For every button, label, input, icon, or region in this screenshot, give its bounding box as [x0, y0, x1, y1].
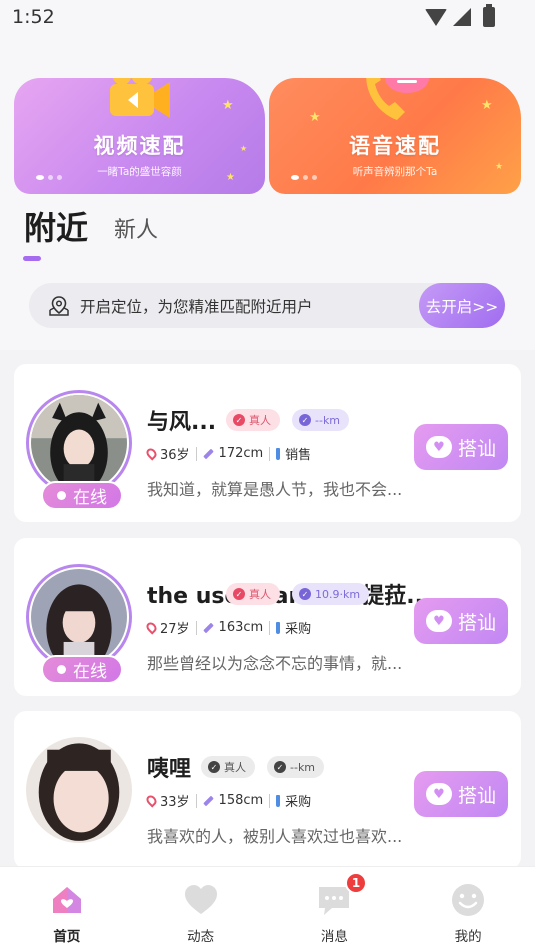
- enable-location-button[interactable]: 去开启>>: [419, 283, 505, 328]
- job-icon: [276, 447, 281, 460]
- distance-badge: ✓ --km: [292, 409, 350, 431]
- avatar[interactable]: 在线: [26, 564, 132, 684]
- location-check-icon: ✓: [299, 414, 311, 426]
- avatar[interactable]: 在线: [26, 390, 132, 510]
- user-name: 与风...: [147, 410, 217, 435]
- user-meta: 36岁 172cm 销售: [144, 444, 312, 463]
- nav-moments[interactable]: 动态: [134, 867, 268, 951]
- signal-icon: [453, 8, 471, 26]
- verified-badge: ✓ 真人: [226, 583, 280, 605]
- banner-dots: [291, 175, 317, 180]
- verified-icon: ✓: [208, 761, 220, 773]
- online-status: 在线: [41, 655, 123, 684]
- heart-chat-icon: ♥: [425, 610, 452, 632]
- distance-badge: ✓ 10.9·km: [292, 583, 370, 605]
- height-icon: [202, 795, 214, 806]
- user-meta: 27岁 163cm 采购: [144, 618, 312, 637]
- wifi-icon: [425, 8, 447, 26]
- user-job: 采购: [285, 622, 312, 637]
- location-pin-icon: [49, 295, 69, 316]
- user-bio: 我知道，就算是愚人节，我也不会...: [147, 480, 403, 499]
- online-status: 在线: [41, 481, 123, 510]
- status-icons: [425, 4, 495, 27]
- user-card[interactable]: 咦哩 ✓ 真人 ✓ --km 33岁 158cm 采购 我喜欢的人，被别人喜欢过也喜…: [14, 711, 521, 869]
- avatar-photo: [31, 395, 127, 491]
- banner-dots: [36, 175, 62, 180]
- tab-underline: [23, 256, 41, 261]
- user-height: 172cm: [218, 446, 264, 461]
- nav-moments-label: 动态: [187, 929, 215, 945]
- voice-match-banner[interactable]: ★ ★ ★ 语音速配 听声音辨别那个Ta: [269, 78, 521, 194]
- star-icon: ★: [481, 98, 493, 113]
- status-time: 1:52: [12, 6, 55, 28]
- user-height: 158cm: [218, 793, 264, 808]
- bottom-nav: 首页 动态 消息 我的: [0, 866, 535, 951]
- user-name: 咦哩: [147, 757, 192, 782]
- greet-button[interactable]: ♥ 搭讪: [414, 771, 508, 817]
- status-bar: 1:52: [0, 0, 535, 36]
- verified-badge: ✓ 真人: [226, 409, 280, 431]
- user-job: 采购: [285, 795, 312, 810]
- message-count-badge: 1: [345, 872, 367, 894]
- heart-icon: [184, 885, 217, 914]
- location-bar: 开启定位，为您精准匹配附近用户 去开启>>: [29, 283, 505, 328]
- user-meta: 33岁 158cm 采购: [144, 791, 312, 810]
- height-icon: [202, 448, 214, 459]
- feed-tabs: 附近 新人: [24, 212, 158, 244]
- tab-nearby[interactable]: 附近: [24, 212, 88, 244]
- age-icon: [144, 793, 159, 808]
- star-icon: ★: [309, 110, 321, 125]
- user-height: 163cm: [218, 620, 264, 635]
- height-icon: [202, 622, 214, 633]
- age-icon: [144, 620, 159, 635]
- user-age: 36岁: [160, 448, 190, 463]
- avatar-photo: [26, 737, 132, 843]
- home-icon: [52, 887, 81, 913]
- greet-button[interactable]: ♥ 搭讪: [414, 598, 508, 644]
- distance-badge: ✓ --km: [267, 756, 325, 778]
- user-age: 27岁: [160, 622, 190, 637]
- tab-newcomers[interactable]: 新人: [114, 220, 158, 244]
- avatar-photo: [31, 569, 127, 665]
- nav-profile-label: 我的: [454, 929, 482, 945]
- user-job: 销售: [285, 448, 312, 463]
- location-prompt: 开启定位，为您精准匹配附近用户: [80, 297, 313, 316]
- heart-chat-icon: ♥: [425, 436, 452, 458]
- video-match-title: 视频速配: [93, 134, 186, 158]
- nav-messages-label: 消息: [320, 929, 348, 945]
- nav-profile[interactable]: 我的: [401, 867, 535, 951]
- voice-match-title: 语音速配: [349, 134, 441, 158]
- age-icon: [144, 446, 159, 461]
- avatar[interactable]: [26, 737, 132, 843]
- user-card[interactable]: 在线 与风... ✓ 真人 ✓ --km 36岁 172cm 销售 我知道，就算是愚…: [14, 364, 521, 522]
- nav-messages[interactable]: 消息: [268, 867, 402, 951]
- location-check-icon: ✓: [274, 761, 286, 773]
- battery-icon: [483, 4, 495, 27]
- nav-home[interactable]: 首页: [0, 867, 134, 951]
- phone-chat-icon: [366, 78, 429, 120]
- user-bio: 那些曾经以为念念不忘的事情，就...: [147, 654, 403, 673]
- user-name: the user name is 提菈...: [147, 584, 432, 609]
- user-age: 33岁: [160, 795, 190, 810]
- star-icon: ★: [222, 98, 234, 113]
- job-icon: [276, 621, 281, 634]
- verified-badge: ✓ 真人: [201, 756, 255, 778]
- video-match-banner[interactable]: ★ ★ ★ 视频速配 一睹Ta的盛世容颜: [14, 78, 265, 194]
- heart-chat-icon: ♥: [425, 783, 452, 805]
- smile-icon: [452, 884, 485, 916]
- verified-icon: ✓: [233, 588, 245, 600]
- greet-button[interactable]: ♥ 搭讪: [414, 424, 508, 470]
- video-camera-icon: [109, 78, 170, 118]
- user-card[interactable]: 在线 the user name is 提菈... ✓ 真人 ✓ 10.9·km 2…: [14, 538, 521, 696]
- location-check-icon: ✓: [299, 588, 311, 600]
- job-icon: [276, 794, 281, 807]
- nav-home-label: 首页: [53, 929, 81, 945]
- user-bio: 我喜欢的人，被别人喜欢过也喜欢...: [147, 827, 403, 846]
- verified-icon: ✓: [233, 414, 245, 426]
